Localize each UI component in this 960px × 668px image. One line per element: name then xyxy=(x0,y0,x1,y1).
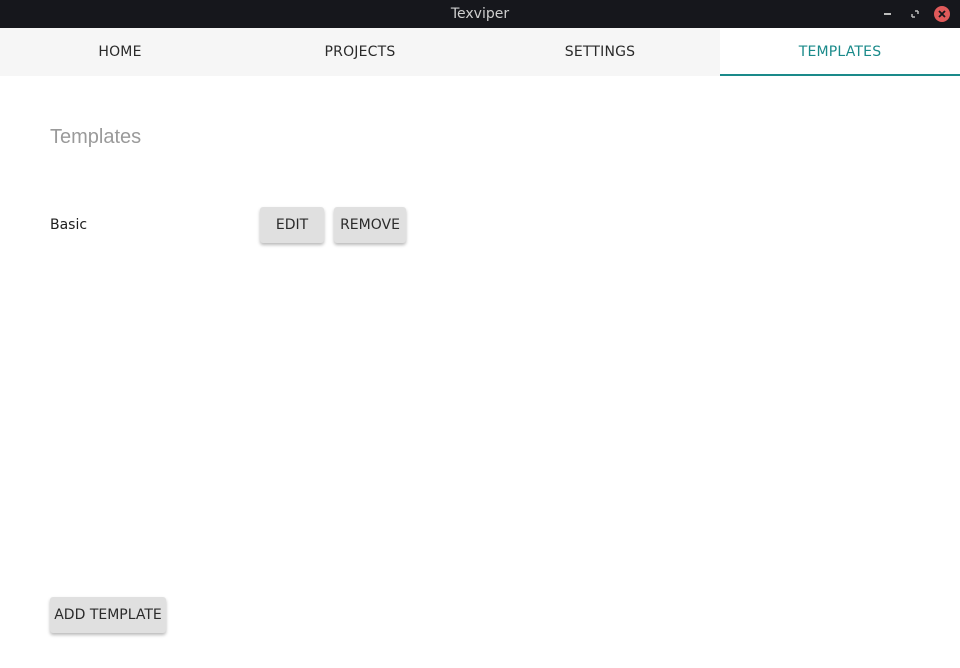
tab-settings[interactable]: SETTINGS xyxy=(480,28,720,76)
minimize-icon xyxy=(883,13,891,15)
close-icon xyxy=(934,6,950,22)
title-bar: Texviper xyxy=(0,0,960,28)
tab-templates[interactable]: TEMPLATES xyxy=(720,28,960,76)
template-name: Basic xyxy=(50,217,88,233)
remove-button[interactable]: REMOVE xyxy=(334,207,406,243)
add-template-button[interactable]: ADD TEMPLATE xyxy=(50,597,166,633)
window-title: Texviper xyxy=(450,6,510,22)
tab-bar: HOME PROJECTS SETTINGS TEMPLATES xyxy=(0,28,960,76)
tab-projects[interactable]: PROJECTS xyxy=(240,28,480,76)
maximize-button[interactable] xyxy=(907,6,923,22)
minimize-button[interactable] xyxy=(879,6,895,22)
maximize-icon xyxy=(911,10,919,18)
tab-home[interactable]: HOME xyxy=(0,28,240,76)
page-title: Templates xyxy=(50,126,142,148)
close-button[interactable] xyxy=(934,6,950,22)
edit-button[interactable]: EDIT xyxy=(260,207,324,243)
list-item: Basic EDIT REMOVE xyxy=(50,207,450,243)
